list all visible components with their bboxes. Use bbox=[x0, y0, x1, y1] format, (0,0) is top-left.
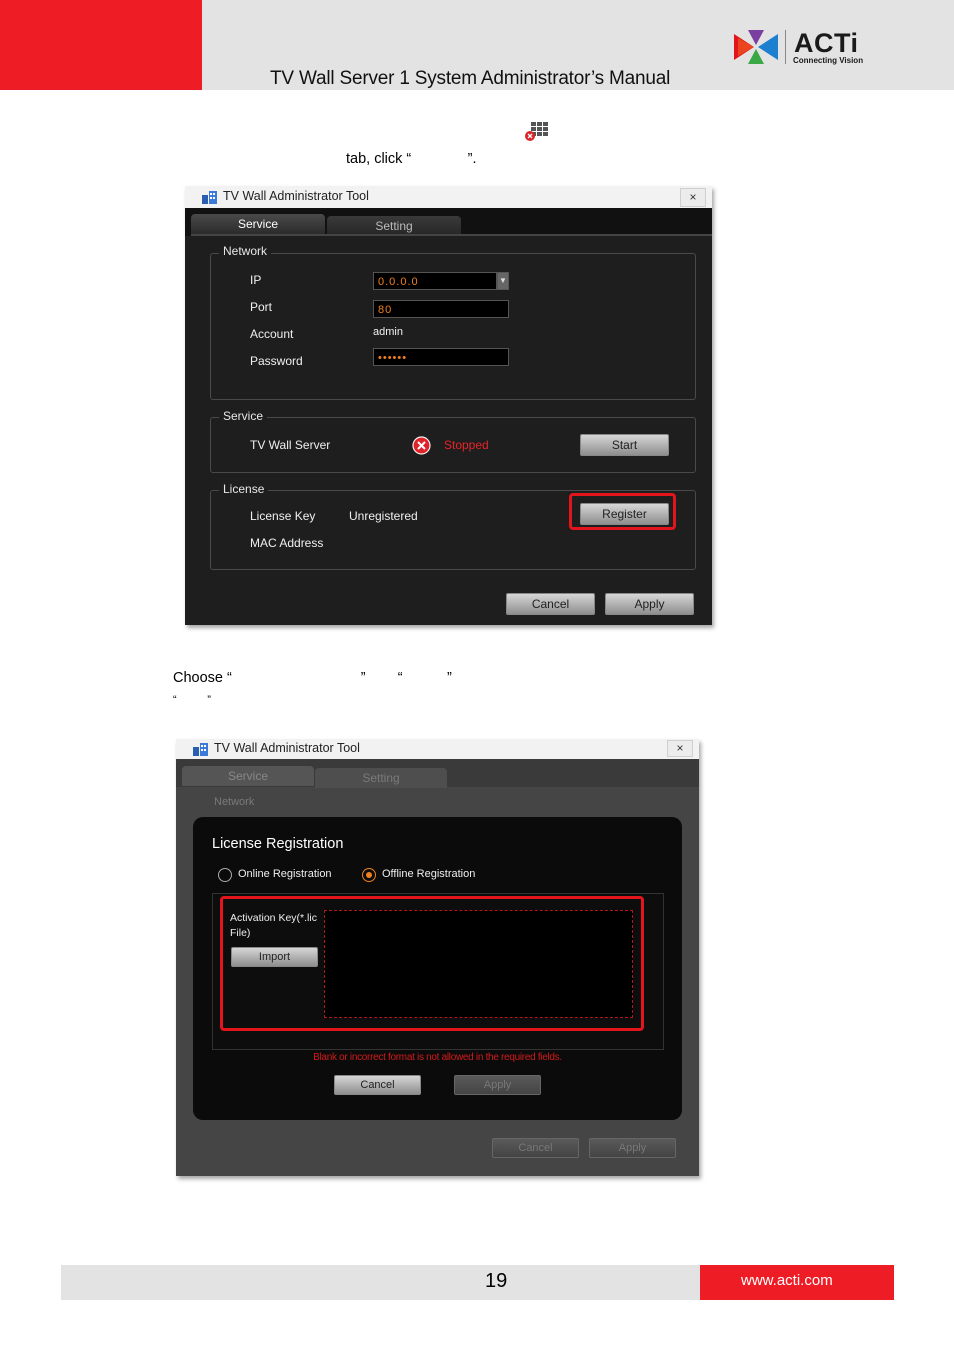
ip-select[interactable]: 0.0.0.0 bbox=[373, 272, 497, 290]
dialog-title: License Registration bbox=[212, 836, 344, 852]
close-button[interactable]: × bbox=[680, 188, 706, 207]
online-radio[interactable] bbox=[218, 868, 232, 882]
acti-logo-text: ACTi bbox=[794, 28, 859, 58]
mac-address-label: MAC Address bbox=[250, 536, 324, 550]
cancel-button[interactable]: Cancel bbox=[492, 1138, 579, 1158]
header-red-block bbox=[0, 0, 202, 90]
tv-wall-tray-icon bbox=[525, 122, 548, 141]
register-highlight bbox=[569, 493, 676, 530]
instruction-line-1: tab, click “ ”. bbox=[346, 151, 477, 167]
offline-radio[interactable] bbox=[362, 868, 376, 882]
license-registration-dialog: License Registration Online Registration… bbox=[193, 817, 682, 1120]
cancel-button[interactable]: Cancel bbox=[506, 593, 595, 615]
window-title: TV Wall Administrator Tool bbox=[214, 741, 360, 755]
account-label: Account bbox=[250, 327, 294, 341]
footer-band bbox=[61, 1265, 701, 1300]
start-button[interactable]: Start bbox=[580, 434, 669, 456]
window-titlebar: TV Wall Administrator Tool × bbox=[185, 186, 712, 208]
window-title: TV Wall Administrator Tool bbox=[223, 189, 369, 203]
validation-error: Blank or incorrect format is not allowed… bbox=[313, 1052, 562, 1063]
ip-label: IP bbox=[250, 273, 262, 287]
admin-tool-window-registration: TV Wall Administrator Tool × Service Set… bbox=[176, 739, 699, 1176]
license-key-value: Unregistered bbox=[349, 509, 418, 523]
stopped-status-icon bbox=[412, 436, 431, 455]
document-title: TV Wall Server 1 System Administrator’s … bbox=[270, 68, 671, 89]
offline-radio-label: Offline Registration bbox=[382, 868, 476, 880]
instruction-line-3: “ ” bbox=[173, 694, 211, 706]
app-icon bbox=[202, 191, 217, 204]
service-group-label: Service bbox=[219, 409, 268, 423]
footer-url-link[interactable]: www.acti.com bbox=[741, 1272, 833, 1289]
close-button[interactable]: × bbox=[667, 740, 693, 757]
logo-divider bbox=[785, 30, 786, 64]
network-group-label: Network bbox=[214, 796, 255, 808]
online-radio-label: Online Registration bbox=[238, 868, 332, 880]
license-key-label: License Key bbox=[250, 509, 316, 523]
dialog-cancel-button[interactable]: Cancel bbox=[334, 1075, 421, 1095]
app-icon bbox=[193, 743, 208, 756]
tab-service[interactable]: Service bbox=[191, 214, 325, 234]
password-input[interactable]: •••••• bbox=[373, 348, 509, 366]
port-input[interactable]: 80 bbox=[373, 300, 509, 318]
dialog-apply-button[interactable]: Apply bbox=[454, 1075, 541, 1095]
license-group-label: License bbox=[219, 482, 269, 496]
port-label: Port bbox=[250, 300, 273, 314]
acti-logo-tagline: Connecting Vision bbox=[793, 56, 864, 65]
page-number: 19 bbox=[485, 1270, 508, 1292]
activation-highlight bbox=[220, 896, 644, 1031]
admin-tool-window: TV Wall Administrator Tool × Service Set… bbox=[185, 186, 712, 625]
acti-logo-icon bbox=[734, 30, 778, 64]
tab-setting[interactable]: Setting bbox=[327, 216, 461, 236]
account-value: admin bbox=[373, 326, 403, 338]
window-titlebar: TV Wall Administrator Tool × bbox=[176, 739, 699, 759]
instruction-line-2: Choose “ ” “ ” bbox=[173, 670, 452, 686]
tab-setting[interactable]: Setting bbox=[315, 768, 447, 788]
apply-button[interactable]: Apply bbox=[605, 593, 694, 615]
apply-button[interactable]: Apply bbox=[589, 1138, 676, 1158]
service-status: Stopped bbox=[444, 438, 489, 452]
password-label: Password bbox=[250, 354, 303, 368]
tab-service[interactable]: Service bbox=[182, 766, 314, 786]
network-group-label: Network bbox=[219, 244, 272, 258]
tv-wall-server-label: TV Wall Server bbox=[250, 438, 331, 452]
chevron-down-icon[interactable]: ▼ bbox=[497, 272, 509, 290]
